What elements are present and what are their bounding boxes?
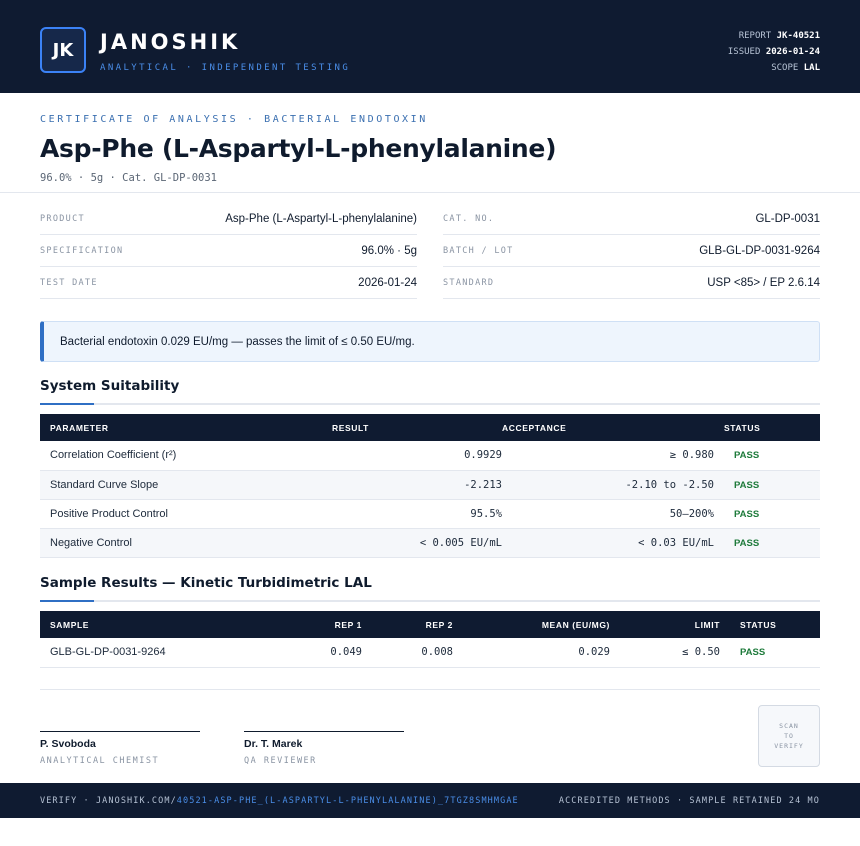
product-subline: 96.0% · 5g · Cat. GL-DP-0031 (40, 172, 218, 184)
verify-link[interactable]: 40521-ASP-PHE_(L-ASPARTYL-L-PHENYLALANIN… (177, 796, 519, 806)
report-meta: REPORT JK-40521 ISSUED 2026-01-24 SCOPE … (728, 28, 820, 76)
verify-line: VERIFY · JANOSHIK.COM/40521-ASP-PHE_(L-A… (40, 796, 519, 806)
info-value: USP <85> / EP 2.6.14 (707, 276, 820, 289)
info-label: SPECIFICATION (40, 245, 124, 256)
table-row: GLB-GL-DP-0031-9264 0.049 0.008 0.029 ≤ … (40, 638, 820, 668)
scope-label: SCOPE (771, 63, 799, 73)
signature-line (40, 731, 200, 732)
table-row: Negative Control < 0.005 EU/mL < 0.03 EU… (40, 528, 820, 558)
acceptance-cell: 50–200% (502, 499, 714, 529)
verify-qr-placeholder[interactable]: SCAN TO VERIFY (758, 705, 820, 767)
column-header: REP 1 (334, 619, 362, 630)
parameter-cell: Negative Control (40, 528, 322, 558)
parameter-cell: Positive Product Control (40, 499, 322, 529)
table-header-row: PARAMETER RESULT ACCEPTANCE STATUS (40, 414, 820, 441)
result-cell: -2.213 (322, 470, 502, 500)
status-badge: PASS (734, 450, 760, 462)
section-title-samples: Sample Results — Kinetic Turbidimetric L… (40, 575, 372, 591)
info-value: GL-DP-0031 (755, 212, 820, 225)
result-cell: 95.5% (322, 499, 502, 529)
column-header: RESULT (332, 422, 369, 433)
suitability-table: PARAMETER RESULT ACCEPTANCE STATUS Corre… (40, 414, 820, 558)
status-badge: PASS (734, 479, 760, 491)
qr-text: TO (784, 732, 794, 740)
signature-divider (40, 689, 820, 690)
table-row: Standard Curve Slope -2.213 -2.10 to -2.… (40, 470, 820, 500)
mean-cell: 0.029 (453, 638, 610, 668)
info-grid-left: PRODUCT Asp-Phe (L-Aspartyl-L-phenylalan… (40, 203, 417, 299)
section-rule (40, 600, 820, 602)
column-header: ACCEPTANCE (502, 422, 567, 433)
issued-label: ISSUED (727, 47, 761, 57)
table-row: Positive Product Control 95.5% 50–200% P… (40, 499, 820, 529)
result-cell: 0.9929 (322, 441, 502, 471)
status-badge: PASS (740, 647, 766, 659)
info-row-cat-no: CAT. NO. GL-DP-0031 (443, 203, 820, 235)
status-badge: PASS (734, 508, 760, 520)
column-header: REP 2 (425, 619, 453, 630)
acceptance-cell: ≥ 0.980 (502, 441, 714, 471)
info-label: BATCH / LOT (443, 245, 514, 256)
rep2-cell: 0.008 (362, 638, 453, 668)
parameter-cell: Standard Curve Slope (40, 470, 322, 500)
signatory-role: ANALYTICAL CHEMIST (40, 756, 160, 766)
brand-tagline: ANALYTICAL · INDEPENDENT TESTING (100, 63, 351, 73)
info-row-specification: SPECIFICATION 96.0% · 5g (40, 235, 417, 267)
acceptance-cell: -2.10 to -2.50 (502, 470, 714, 500)
qr-text: SCAN (779, 722, 799, 730)
column-header: SAMPLE (50, 619, 90, 630)
rep1-cell: 0.049 (280, 638, 362, 668)
report-header: JK JANOSHIK ANALYTICAL · INDEPENDENT TES… (0, 0, 860, 93)
issued-date: 2026-01-24 (765, 47, 820, 57)
table-header-row: SAMPLE REP 1 REP 2 MEAN (EU/MG) LIMIT ST… (40, 611, 820, 638)
info-row-standard: STANDARD USP <85> / EP 2.6.14 (443, 267, 820, 299)
footer-note: ACCREDITED METHODS · SAMPLE RETAINED 24 … (558, 796, 820, 806)
status-badge: PASS (734, 537, 760, 549)
section-rule (40, 403, 820, 405)
table-row: Correlation Coefficient (r²) 0.9929 ≥ 0.… (40, 441, 820, 471)
report-label: REPORT (738, 31, 772, 41)
info-value: Asp-Phe (L-Aspartyl-L-phenylalanine) (225, 212, 417, 225)
page-title: Asp-Phe (L-Aspartyl-L-phenylalanine) (40, 134, 557, 163)
column-header: MEAN (EU/MG) (541, 619, 610, 630)
verify-prefix: VERIFY · JANOSHIK.COM/ (40, 796, 177, 806)
report-number: JK-40521 (776, 31, 820, 41)
info-label: PRODUCT (40, 213, 85, 224)
scope-value: LAL (803, 63, 820, 73)
section-title-suitability: System Suitability (40, 378, 180, 394)
info-value: 2026-01-24 (358, 276, 417, 289)
brand-logo: JK (40, 27, 86, 73)
section-rule-accent (40, 403, 94, 405)
column-header: LIMIT (694, 619, 720, 630)
column-header: STATUS (724, 422, 761, 433)
section-rule-accent (40, 600, 94, 602)
info-label: STANDARD (443, 277, 495, 288)
parameter-cell: Correlation Coefficient (r²) (40, 441, 322, 471)
qr-text: VERIFY (774, 742, 804, 750)
column-header: PARAMETER (50, 422, 109, 433)
info-value: GLB-GL-DP-0031-9264 (699, 244, 820, 257)
sample-cell: GLB-GL-DP-0031-9264 (40, 638, 280, 668)
info-row-test-date: TEST DATE 2026-01-24 (40, 267, 417, 299)
info-row-product: PRODUCT Asp-Phe (L-Aspartyl-L-phenylalan… (40, 203, 417, 235)
limit-cell: ≤ 0.50 (610, 638, 720, 668)
info-grid-right: CAT. NO. GL-DP-0031 BATCH / LOT GLB-GL-D… (443, 203, 820, 299)
column-header: STATUS (740, 619, 777, 630)
info-label: CAT. NO. (443, 213, 495, 224)
signatory-name: P. Svoboda (40, 738, 96, 750)
sample-results-table: SAMPLE REP 1 REP 2 MEAN (EU/MG) LIMIT ST… (40, 611, 820, 668)
info-value: 96.0% · 5g (361, 244, 417, 257)
document-eyebrow: CERTIFICATE OF ANALYSIS · BACTERIAL ENDO… (40, 114, 428, 125)
result-callout: Bacterial endotoxin 0.029 EU/mg — passes… (40, 321, 820, 362)
signatory-role: QA REVIEWER (244, 756, 317, 766)
signature-line (244, 731, 404, 732)
info-row-batch: BATCH / LOT GLB-GL-DP-0031-9264 (443, 235, 820, 267)
title-divider (0, 192, 860, 193)
signatory-name: Dr. T. Marek (244, 738, 303, 750)
info-label: TEST DATE (40, 277, 98, 288)
brand-name: JANOSHIK (100, 30, 241, 54)
result-cell: < 0.005 EU/mL (322, 528, 502, 558)
acceptance-cell: < 0.03 EU/mL (502, 528, 714, 558)
report-footer: VERIFY · JANOSHIK.COM/40521-ASP-PHE_(L-A… (0, 783, 860, 818)
